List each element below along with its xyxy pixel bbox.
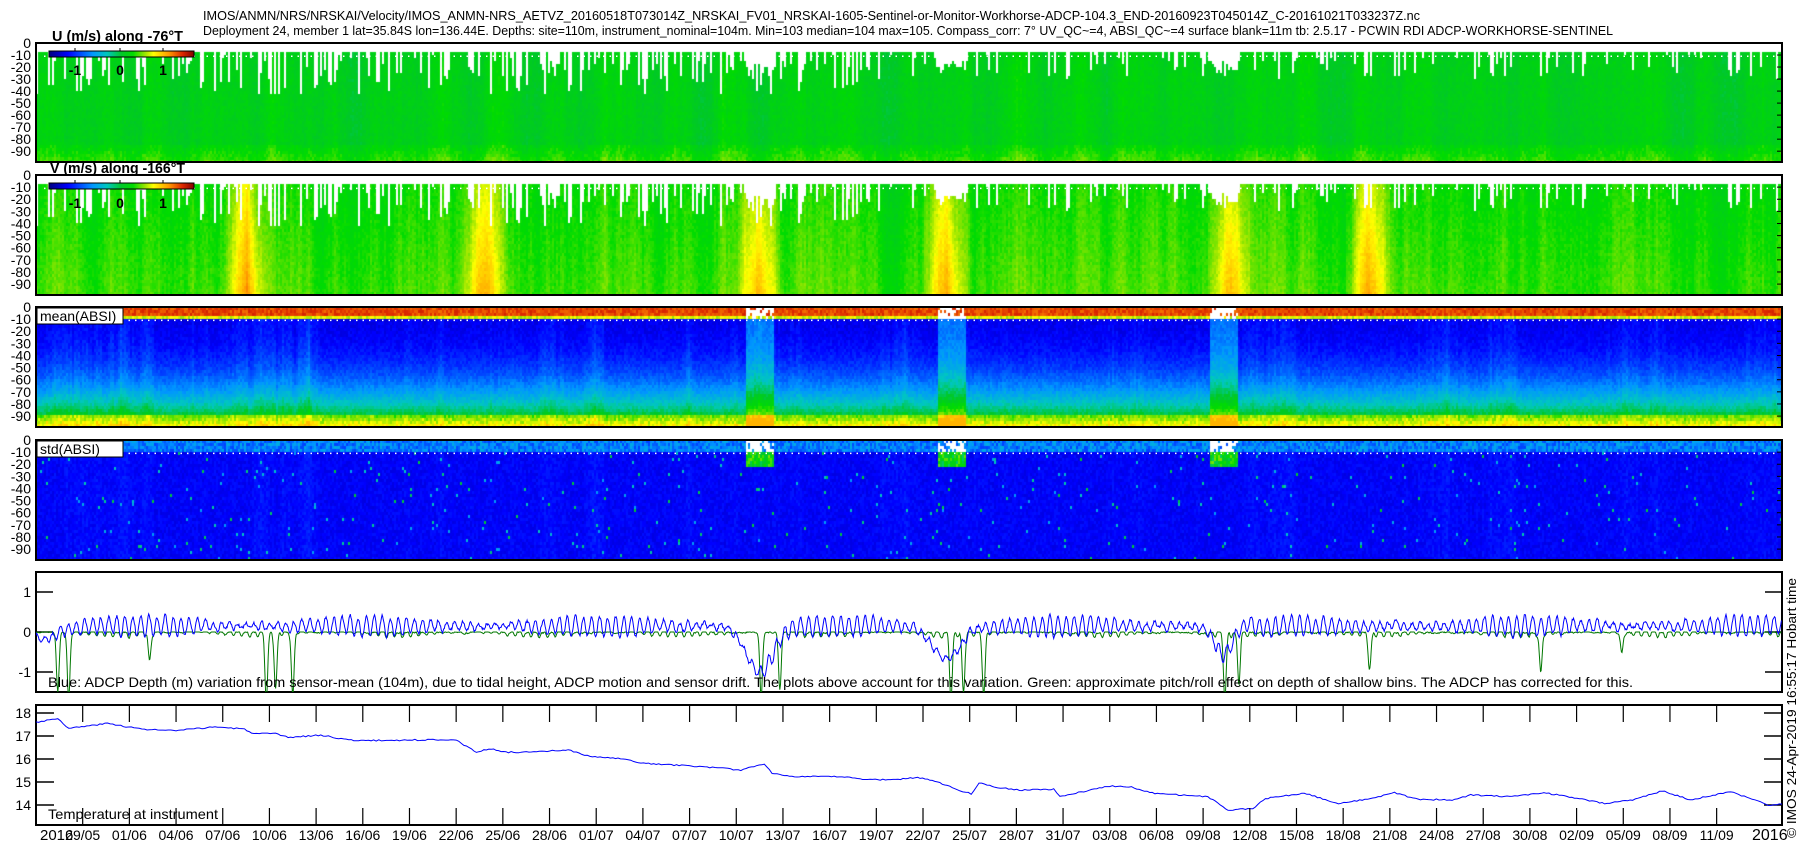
date-tick-label: 30/08 [1512, 827, 1547, 843]
u-panel-title: U (m/s) along -76°T [52, 28, 183, 45]
copyright-timestamp: © IMOS 24-Apr-2019 16:55:17 Hobart time [1784, 578, 1799, 838]
temperature-tick-label: 16 [15, 751, 31, 767]
date-tick-label: 01/06 [112, 827, 147, 843]
y-axis-tick-labels: 0-10-20-30-40-50-60-70-80-900-10-20-30-4… [11, 35, 31, 813]
date-tick-label: 16/06 [345, 827, 380, 843]
panel-frame [35, 42, 1783, 163]
date-tick-label: 13/06 [299, 827, 334, 843]
year-label-right: 2016 [1752, 827, 1788, 844]
year-label-left: 2016 [40, 827, 73, 844]
date-tick-label: 19/07 [859, 827, 894, 843]
date-tick-label: 22/07 [905, 827, 940, 843]
date-tick-label: 02/09 [1559, 827, 1594, 843]
temperature-panel-annotation: Temperature at instrument [48, 806, 218, 822]
date-tick-label: 28/07 [999, 827, 1034, 843]
figure-overlay: IMOS/ANMN/NRS/NRSKAI/Velocity/IMOS_ANMN-… [11, 8, 1799, 844]
mean-absi-label-text: mean(ABSI) [40, 308, 116, 324]
date-tick-label: 31/07 [1046, 827, 1081, 843]
temperature-tick-label: 14 [15, 797, 31, 813]
date-tick-label: 01/07 [579, 827, 614, 843]
date-tick-label: 04/07 [625, 827, 660, 843]
date-tick-label: 10/07 [719, 827, 754, 843]
depth-tick-label: -90 [11, 408, 31, 424]
date-tick-label: 04/06 [159, 827, 194, 843]
v-panel-title: V (m/s) along -166°T [50, 160, 185, 177]
date-tick-label: 11/09 [1700, 827, 1734, 843]
panel-frame [35, 704, 1783, 826]
figure-title-line1: IMOS/ANMN/NRS/NRSKAI/Velocity/IMOS_ANMN-… [203, 8, 1420, 23]
depth-panel-annotation: Blue: ADCP Depth (m) variation from sens… [48, 674, 1633, 690]
std-absi-label: std(ABSI) [36, 440, 124, 458]
date-tick-label: 13/07 [765, 827, 800, 843]
v-colorbar-tick: 1 [159, 195, 167, 211]
v-colorbar: -1 0 1 [48, 180, 195, 211]
date-tick-label: 22/06 [439, 827, 474, 843]
date-tick-label: 25/07 [952, 827, 987, 843]
temperature-tick-label: 17 [15, 728, 31, 744]
date-tick-label: 16/07 [812, 827, 847, 843]
v-colorbar-tick: 0 [116, 195, 124, 211]
u-colorbar-tick: 0 [116, 62, 124, 78]
u-colorbar: -1 0 1 [48, 48, 195, 78]
date-tick-label: 06/08 [1139, 827, 1174, 843]
adcp-depth-variation-line [36, 612, 1782, 678]
panel-frame [35, 174, 1783, 296]
figure-title-line2: Deployment 24, member 1 lat=35.84S lon=1… [203, 23, 1613, 38]
u-colorbar-tick: -1 [69, 62, 82, 78]
depth-var-tick-label: 0 [23, 624, 31, 640]
panel-frame [35, 306, 1783, 428]
date-tick-label: 18/08 [1326, 827, 1361, 843]
date-tick-label: 25/06 [485, 827, 520, 843]
date-tick-label: 07/07 [672, 827, 707, 843]
date-tick-label: 15/08 [1279, 827, 1314, 843]
panel-frames [35, 42, 1783, 826]
temperature-date-ticks [82, 705, 1718, 825]
depth-var-tick-label: 1 [23, 584, 31, 600]
date-tick-label: 12/08 [1232, 827, 1267, 843]
mean-absi-label: mean(ABSI) [36, 307, 124, 325]
adcp-summary-figure: IMOS/ANMN/NRS/NRSKAI/Velocity/IMOS_ANMN-… [0, 0, 1800, 850]
date-tick-label: 19/06 [392, 827, 427, 843]
temperature-tick-label: 15 [15, 774, 31, 790]
u-colorbar-tick: 1 [159, 62, 167, 78]
std-absi-label-text: std(ABSI) [40, 441, 100, 457]
date-tick-label: 24/08 [1419, 827, 1454, 843]
date-tick-label: 27/08 [1466, 827, 1501, 843]
temperature-tick-label: 18 [15, 705, 31, 721]
date-tick-label: 08/09 [1652, 827, 1687, 843]
depth-tick-label: -90 [11, 276, 31, 292]
date-tick-label: 05/09 [1606, 827, 1641, 843]
panel-frame [35, 439, 1783, 561]
depth-var-tick-label: -1 [19, 664, 32, 680]
depth-tick-label: -90 [11, 541, 31, 557]
date-tick-label: 10/06 [252, 827, 287, 843]
date-tick-label: 07/06 [205, 827, 240, 843]
date-tick-label: 03/08 [1092, 827, 1127, 843]
temperature-line [36, 718, 1782, 811]
date-axis-labels: 29/05 01/06 04/06 07/06 10/06 13/06 16/06 19/06… [65, 827, 1734, 843]
date-tick-label: 09/08 [1186, 827, 1221, 843]
depth-tick-label: -90 [11, 143, 31, 159]
date-tick-label: 28/06 [532, 827, 567, 843]
date-tick-label: 21/08 [1372, 827, 1407, 843]
v-colorbar-tick: -1 [69, 195, 82, 211]
